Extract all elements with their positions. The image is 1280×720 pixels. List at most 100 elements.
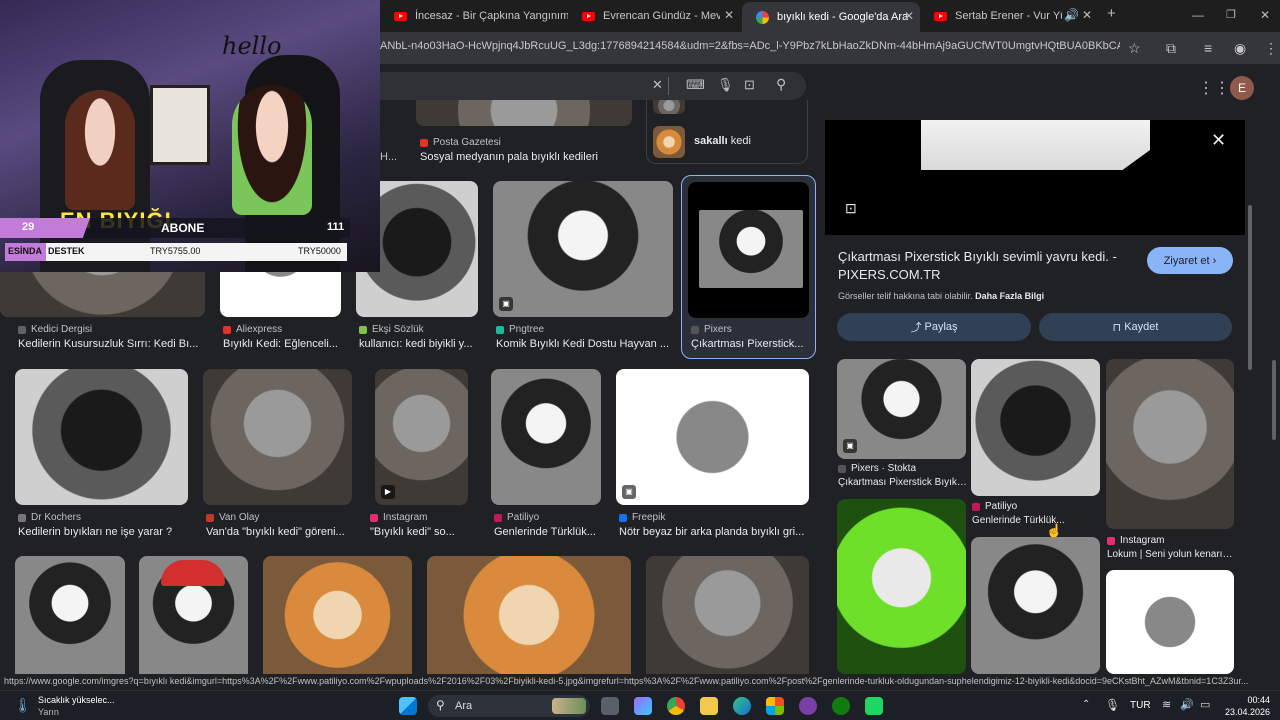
lens-search-icon[interactable]: ⊡ [845, 200, 857, 217]
speaker-icon[interactable]: 🔊 [1064, 8, 1079, 22]
taskbar-search[interactable]: ⚲ Ara [428, 695, 590, 717]
related-title[interactable]: Lokum | Seni yolun kenarın... [1107, 549, 1235, 560]
app-icon[interactable] [865, 697, 883, 715]
preview-title[interactable]: Çıkartması Pixerstick Bıyıklı sevimli ya… [838, 248, 1138, 284]
file-explorer-icon[interactable] [700, 697, 718, 715]
battery-icon[interactable]: ▭ [1200, 698, 1210, 711]
donation-target: TRY50000 [298, 246, 341, 256]
related-image[interactable]: ▣ [837, 359, 966, 459]
result-title[interactable]: Van'da "bıyıklı kedi" göreni... [206, 526, 351, 538]
related-image[interactable] [1106, 359, 1234, 529]
result-image[interactable] [15, 369, 188, 505]
result-image[interactable]: ▣ [493, 181, 673, 317]
tab-google-search[interactable]: bıyıklı kedi - Google'da Ara [742, 2, 920, 32]
result-image[interactable] [427, 556, 631, 674]
microphone-icon[interactable]: 🎙 [717, 77, 734, 93]
language-indicator[interactable]: TUR [1130, 700, 1151, 711]
copilot-icon[interactable] [634, 697, 652, 715]
chrome-icon[interactable] [667, 697, 685, 715]
tab-incesaz[interactable]: İncesaz - Bir Çapkına Yangınım [380, 4, 568, 28]
apps-grid-icon[interactable]: ⋮⋮ [1198, 78, 1230, 98]
visit-button[interactable]: Ziyaret et › [1147, 247, 1233, 274]
account-avatar[interactable]: E [1230, 76, 1254, 100]
tab-sertab[interactable]: Sertab Erener - Vur Yüreğim [920, 4, 1062, 28]
edge-icon[interactable] [733, 697, 751, 715]
result-image[interactable] [203, 369, 352, 505]
result-image[interactable] [646, 556, 809, 674]
related-search-chip[interactable]: sakallı kedi [646, 100, 808, 164]
search-box[interactable]: ✕ ⌨ 🎙 ⊡ ⚲ [380, 72, 806, 100]
source-favicon [420, 138, 428, 147]
lens-icon[interactable]: ⊡ [744, 77, 755, 93]
result-image[interactable] [263, 556, 412, 674]
result-title[interactable]: Çıkartması Pixerstick... [691, 338, 809, 350]
tab-evrencan[interactable]: Evrencan Gündüz - Mevsim Çiçe [568, 4, 720, 28]
clock-date[interactable]: 23.04.2026 [1222, 707, 1270, 717]
related-image[interactable] [837, 499, 966, 674]
result-title[interactable]: "Bıyıklı kedi" so... [370, 526, 475, 538]
mouse-cursor-icon: ☝ [1046, 523, 1063, 538]
result-title[interactable]: H... [380, 151, 400, 163]
extensions-icon[interactable]: ⧉ [1166, 40, 1176, 57]
close-icon[interactable]: ✕ [1211, 130, 1226, 151]
source-favicon [370, 513, 378, 522]
minimize-icon[interactable]: — [1192, 8, 1204, 22]
related-title[interactable]: Genlerinde Türklük... [972, 515, 1100, 526]
result-title[interactable]: Bıyıklı Kedi: Eğlenceli... [223, 338, 343, 350]
keyboard-icon[interactable]: ⌨ [686, 77, 705, 93]
related-image[interactable] [1106, 570, 1234, 674]
chevron-up-icon[interactable]: ⌃ [1082, 699, 1090, 710]
result-image[interactable]: ▶ [375, 369, 468, 505]
tab-label: bıyıklı kedi - Google'da Ara [777, 11, 909, 23]
related-image[interactable] [971, 359, 1100, 496]
result-title[interactable]: Genlerinde Türklük... [494, 526, 604, 538]
profile-icon[interactable]: ◉ [1234, 40, 1246, 57]
close-tab-icon[interactable]: ✕ [724, 8, 734, 22]
close-tab-icon[interactable]: ✕ [904, 9, 914, 23]
result-title[interactable]: Nötr beyaz bir arka planda bıyıklı gri..… [619, 526, 807, 538]
result-image[interactable] [491, 369, 601, 505]
wifi-icon[interactable]: ≋ [1162, 698, 1171, 711]
close-tab-icon[interactable]: ✕ [1082, 8, 1092, 22]
source-favicon [838, 464, 846, 473]
result-title[interactable]: Kedilerin bıyıkları ne işe yarar ? [18, 526, 190, 538]
clear-icon[interactable]: ✕ [652, 77, 663, 93]
menu-icon[interactable]: ⋮ [1264, 40, 1278, 57]
share-button[interactable]: ⤴ Paylaş [837, 313, 1031, 341]
weather-title[interactable]: Sıcaklık yükselec... [38, 695, 115, 705]
tab-bar: İncesaz - Bir Çapkına Yangınım Evrencan … [380, 0, 1280, 32]
search-icon[interactable]: ⚲ [776, 76, 786, 93]
panel-scrollbar[interactable] [1248, 205, 1252, 370]
store-icon[interactable] [766, 697, 784, 715]
page-scrollbar[interactable] [1272, 360, 1276, 440]
result-image[interactable] [15, 556, 125, 674]
microphone-icon[interactable]: 🎙 [1105, 698, 1120, 712]
result-image[interactable] [688, 182, 809, 318]
close-window-icon[interactable]: ✕ [1260, 8, 1270, 22]
more-info-link[interactable]: Daha Fazla Bilgi [975, 291, 1044, 301]
result-image[interactable]: ▣ [616, 369, 809, 505]
save-button[interactable]: ⊓ Kaydet [1039, 313, 1232, 341]
result-title[interactable]: Sosyal medyanın pala bıyıklı kedileri [420, 151, 630, 163]
maximize-icon[interactable]: ❐ [1226, 8, 1236, 21]
search-icon: ⚲ [436, 698, 445, 712]
related-image[interactable] [971, 537, 1100, 674]
media-icon[interactable]: ≡ [1204, 40, 1212, 56]
result-title[interactable]: kullanıcı: kedi biyikli y... [359, 338, 479, 350]
app-icon[interactable] [799, 697, 817, 715]
related-title[interactable]: Çıkartması Pixerstick Bıyıklı... [838, 477, 968, 488]
volume-icon[interactable]: 🔊 [1180, 698, 1194, 711]
bookmark-star-icon[interactable]: ☆ [1128, 40, 1141, 57]
new-tab-icon[interactable]: + [1107, 5, 1116, 22]
result-title[interactable]: Kedilerin Kusursuzluk Sırrı: Kedi Bı... [18, 338, 203, 350]
result-image[interactable] [139, 556, 248, 674]
url-field[interactable]: ANbL-n4o03HaO-HcWpjnq4JbRcuUG_L3dg:17768… [380, 40, 1120, 52]
xbox-icon[interactable] [832, 697, 850, 715]
source-favicon [494, 513, 502, 522]
result-image[interactable] [416, 100, 632, 126]
clock-time[interactable]: 00:44 [1236, 695, 1270, 705]
preview-image-area[interactable]: ⊡ ✕ [825, 120, 1245, 235]
windows-start-icon[interactable] [399, 697, 417, 715]
result-title[interactable]: Komik Bıyıklı Kedi Dostu Hayvan ... [496, 338, 671, 350]
task-view-icon[interactable] [601, 697, 619, 715]
